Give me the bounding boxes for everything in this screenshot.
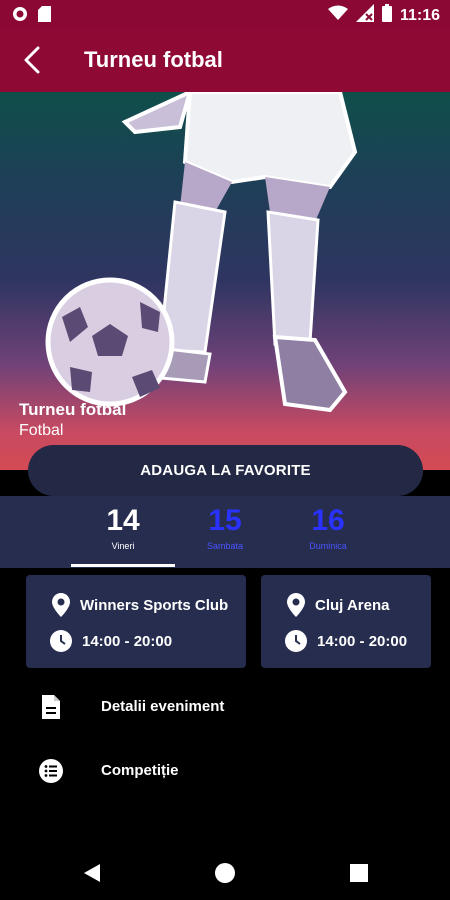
sd-card-icon [38,6,51,27]
day-label: Sambata [206,541,244,551]
location-pin-icon [52,593,70,617]
circle-home-icon [215,863,235,883]
nav-recents-button[interactable] [347,861,371,885]
menu-item-label: Competiție [101,762,179,779]
venue-hours: 14:00 - 20:00 [317,632,408,650]
menu-item-event-details[interactable]: Detalii eveniment [0,680,450,736]
day-number: 16 [311,504,345,537]
notification-circle-icon [12,6,28,27]
status-bar: 11:16 [0,0,450,28]
page-title: Turneu fotbal [84,47,223,72]
location-card-cluj-arena[interactable]: Cluj Arena 14:00 - 20:00 [261,575,431,668]
signal-icon [355,4,374,27]
day-label: Duminica [309,541,347,551]
day-number: 14 [106,504,140,537]
event-hero-image: Turneu fotbal Fotbal [0,92,450,470]
app-bar: Turneu fotbal [0,28,450,92]
day-number: 15 [208,504,242,537]
day-tabs: 14 Vineri 15 Sambata 16 Duminica [0,496,450,568]
venue-name: Winners Sports Club [80,596,229,614]
selected-tab-indicator [71,564,175,567]
arrow-back-icon [24,46,40,74]
status-time: 11:16 [399,6,440,24]
triangle-back-icon [84,864,100,882]
document-icon [42,695,60,719]
battery-icon [381,4,392,27]
day-tab-14[interactable]: 14 Vineri [71,496,175,568]
event-name: Turneu fotbal [19,400,127,419]
nav-back-button[interactable] [80,861,104,885]
event-category: Fotbal [19,422,64,439]
menu-item-label: Detalii eveniment [101,698,225,715]
day-label: Vineri [111,541,135,551]
location-card-winners[interactable]: Winners Sports Club 14:00 - 20:00 [26,575,246,668]
clock-icon [285,630,307,652]
nav-home-button[interactable] [213,861,237,885]
add-favorite-button[interactable]: ADAUGA LA FAVORITE [28,445,423,496]
square-recents-icon [350,864,368,882]
list-icon [39,759,63,783]
day-tab-16[interactable]: 16 Duminica [276,496,380,568]
clock-icon [50,630,72,652]
venue-name: Cluj Arena [315,596,390,614]
menu-item-competition[interactable]: Competiție [0,744,450,800]
day-tab-15[interactable]: 15 Sambata [173,496,277,568]
location-pin-icon [287,593,305,617]
wifi-icon [327,5,348,26]
system-navigation-bar [0,846,450,900]
back-button[interactable] [18,44,50,76]
venue-hours: 14:00 - 20:00 [82,632,173,650]
